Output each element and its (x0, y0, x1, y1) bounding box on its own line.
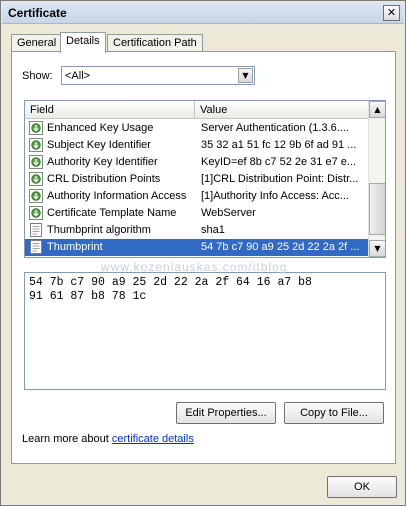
list-item[interactable]: CRL Distribution Points [1]CRL Distributi… (25, 171, 369, 188)
field-value: KeyID=ef 8b c7 52 2e 31 e7 e... (201, 156, 357, 168)
column-header-field[interactable]: Field (25, 101, 195, 119)
field-value: sha1 (201, 224, 225, 236)
field-value: [1]CRL Distribution Point: Distr... (201, 173, 359, 185)
extension-icon (29, 138, 43, 152)
scroll-thumb[interactable] (369, 183, 385, 235)
field-name: Enhanced Key Usage (47, 122, 154, 134)
learn-more: Learn more about certificate details (22, 433, 194, 445)
extension-icon (29, 121, 43, 135)
chevron-down-icon[interactable]: ▼ (238, 68, 253, 83)
list-item[interactable]: Certificate Template Name WebServer (25, 205, 369, 222)
show-dropdown-value: <All> (65, 70, 91, 82)
field-name: Thumbprint (47, 241, 103, 253)
copy-to-file-button[interactable]: Copy to File... (284, 402, 384, 424)
tab-details[interactable]: Details (60, 32, 106, 53)
field-name: Authority Key Identifier (47, 156, 158, 168)
extension-icon (29, 189, 43, 203)
list-item[interactable]: Thumbprint algorithm sha1 (25, 222, 369, 239)
fields-list[interactable]: Field Value Enhanced Key Usage Server Aut… (24, 100, 386, 258)
field-value: [1]Authority Info Access: Acc... (201, 190, 349, 202)
details-panel: Show: <All> ▼ Field Value Enhanced Key U… (11, 51, 396, 464)
scroll-down-button[interactable]: ▼ (369, 240, 385, 257)
field-name: Authority Information Access (47, 190, 187, 202)
show-label: Show: (22, 70, 53, 82)
edit-properties-button[interactable]: Edit Properties... (176, 402, 276, 424)
field-name: Certificate Template Name (47, 207, 177, 219)
close-button[interactable]: ✕ (383, 5, 400, 21)
list-item[interactable]: Enhanced Key Usage Server Authentication … (25, 120, 369, 137)
extension-icon (29, 172, 43, 186)
field-value: 35 32 a1 51 fc 12 9b 6f ad 91 ... (201, 139, 357, 151)
list-rows: Enhanced Key Usage Server Authentication … (25, 120, 369, 256)
field-value: 54 7b c7 90 a9 25 2d 22 2a 2f ... (201, 241, 360, 253)
certificate-details-link[interactable]: certificate details (112, 433, 194, 445)
show-dropdown[interactable]: <All> ▼ (61, 66, 255, 85)
learn-more-text: Learn more about (22, 433, 112, 445)
value-detail-box[interactable]: 54 7b c7 90 a9 25 2d 22 2a 2f 64 16 a7 b… (24, 272, 386, 390)
column-header-value[interactable]: Value (195, 101, 369, 119)
tab-general[interactable]: General (11, 34, 63, 52)
window-title: Certificate (8, 6, 67, 20)
ok-button[interactable]: OK (327, 476, 397, 498)
extension-icon (29, 155, 43, 169)
field-value: Server Authentication (1.3.6.... (201, 122, 349, 134)
list-scrollbar[interactable]: ▲ ▼ (368, 101, 385, 257)
document-icon (29, 240, 43, 254)
tab-certification-path[interactable]: Certification Path (107, 34, 203, 52)
field-name: Subject Key Identifier (47, 139, 151, 151)
field-name: CRL Distribution Points (47, 173, 161, 185)
certificate-dialog: Certificate ✕ General Details Certificat… (0, 0, 406, 506)
field-value: WebServer (201, 207, 256, 219)
title-bar: Certificate ✕ (2, 2, 404, 24)
field-name: Thumbprint algorithm (47, 224, 151, 236)
list-item[interactable]: Thumbprint 54 7b c7 90 a9 25 2d 22 2a 2f … (25, 239, 369, 256)
list-item[interactable]: Subject Key Identifier 35 32 a1 51 fc 12 … (25, 137, 369, 154)
document-icon (29, 223, 43, 237)
list-item[interactable]: Authority Information Access [1]Authority… (25, 188, 369, 205)
scroll-up-button[interactable]: ▲ (369, 101, 385, 118)
list-item[interactable]: Authority Key Identifier KeyID=ef 8b c7 5… (25, 154, 369, 171)
extension-icon (29, 206, 43, 220)
list-header: Field Value (25, 101, 369, 119)
